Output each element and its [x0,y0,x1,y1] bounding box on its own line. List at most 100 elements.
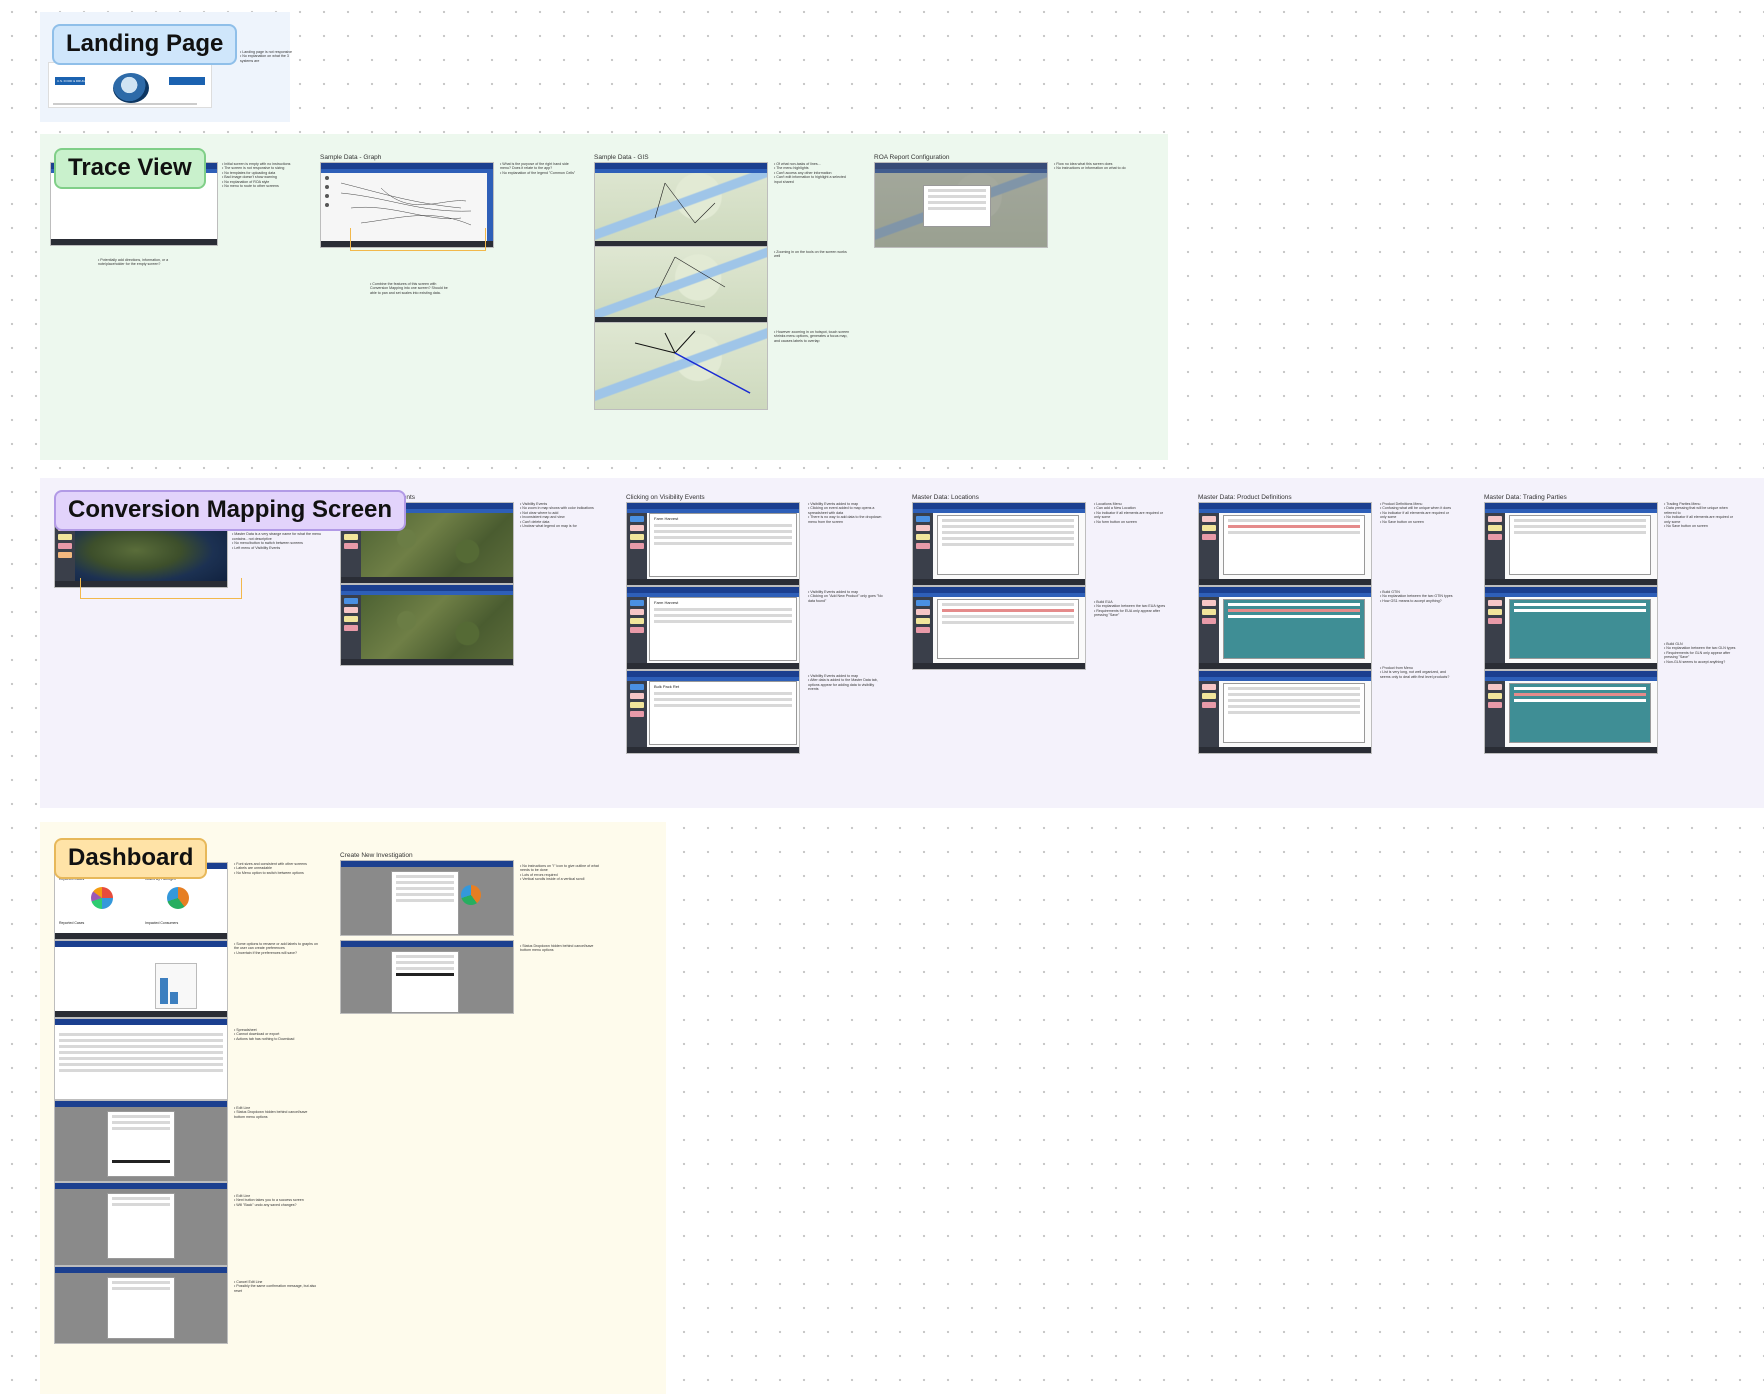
dashboard-section: Dashboard Reported Cases Cases By Pathog… [40,822,666,1394]
visibility-notes: Visibility Events No zoom in map shows w… [520,502,600,528]
dashboard-notes-2: Some options to rename or add labels to … [234,942,318,955]
dashboard-notes-3: Spreadsheet Cannot download or export Ac… [234,1028,318,1041]
dashboard-cancel-edit-screenshot[interactable] [54,1266,228,1344]
frame-label-gis: Sample Data - GIS [594,154,649,161]
app-tabbar [913,509,1085,513]
frame-label-trading: Master Data: Trading Parties [1484,494,1567,501]
cancel-dialog[interactable] [107,1277,175,1339]
gln-build-form[interactable] [1509,683,1651,743]
trading-screenshot-1[interactable] [1484,502,1658,586]
section-title-trace: Trace View [54,148,206,189]
note: Requirements for EUA only appear after p… [1094,609,1170,618]
satellite-map[interactable] [361,595,513,659]
products-screenshot-1[interactable] [1198,502,1372,586]
gis-routes [634,330,751,394]
left-menu[interactable] [1199,597,1219,663]
products-screenshot-2[interactable] [1198,586,1372,670]
section-title-dashboard: Dashboard [54,838,208,879]
trading-notes-2: Build GLN No explanation between the two… [1664,642,1740,664]
section-title-landing: Landing Page [52,24,238,65]
app-footer [1199,747,1371,753]
frame-label-clicking: Clicking on Visibility Events [626,494,705,501]
gtin-form[interactable] [1223,599,1365,659]
panel-title: Farm Harvest [654,600,679,605]
right-panel[interactable] [487,173,493,241]
gln-build-form[interactable] [1509,599,1651,659]
left-menu[interactable] [913,513,933,579]
landing-page-section: Landing Page U.S. FOOD & DRUG Landing pa… [40,12,292,122]
event-detail-panel[interactable]: Farm Harvest [649,513,797,577]
dashboard-edit-line-screenshot[interactable] [54,1100,228,1182]
locations-screenshot-2[interactable] [912,586,1086,670]
trace-gis-screenshot-2[interactable] [594,246,768,324]
event-detail-panel[interactable]: Farm Harvest [649,597,797,661]
left-menu[interactable] [1199,681,1219,747]
trace-gis-screenshot-1[interactable] [594,162,768,248]
panel-title: Farm Harvest [654,516,679,521]
left-menu[interactable] [1485,681,1505,747]
event-detail-panel[interactable]: Bulk Pack Ret [649,681,797,745]
note: How GS1 means to accept anything? [1380,599,1456,603]
note: List is very long, not well organized, a… [1380,670,1456,679]
app-header [55,1101,227,1107]
note: Status Dropdown hidden behind cancel/sav… [520,944,604,953]
products-screenshot-3[interactable] [1198,670,1372,754]
app-footer [1199,663,1371,669]
create-investigation-screenshot-1[interactable] [340,860,514,936]
pie-chart[interactable] [91,887,113,909]
trading-form[interactable] [1509,515,1651,575]
gln-form[interactable] [937,599,1079,659]
roa-config-dialog[interactable] [923,185,991,227]
note: Clicking on "Add New Product" only goes … [808,594,884,603]
create-investigation-screenshot-2[interactable] [340,940,514,1014]
app-header [341,861,513,867]
trace-gis-screenshot-3[interactable] [594,322,768,410]
left-menu[interactable] [627,513,647,579]
locations-screenshot-1[interactable] [912,502,1086,586]
trace-gis-bottom-notes: However zooming in on hotspot, touch scr… [774,330,850,343]
note: Uncertain if the preferences will save? [234,951,318,955]
location-form[interactable] [937,515,1079,575]
left-menu[interactable] [1485,597,1505,663]
dashboard-spreadsheet-screenshot[interactable] [54,1018,228,1100]
clicking-screenshot-2[interactable]: Farm Harvest [626,586,800,670]
dashboard-edit-success-screenshot[interactable] [54,1182,228,1266]
product-list[interactable] [1223,683,1365,743]
visibility-screenshot-2[interactable] [340,584,514,666]
chart-options-panel[interactable] [155,963,197,1009]
trace-initial-comment: Potentially add directions, information,… [98,258,178,267]
left-menu[interactable] [913,597,933,663]
landing-screenshot[interactable]: U.S. FOOD & DRUG [48,62,212,108]
note: Actions tab has nothing to Download [234,1037,318,1041]
app-tabbar [1199,509,1371,513]
new-investigation-dialog[interactable] [391,951,459,1013]
pie-chart[interactable] [167,887,189,909]
left-menu[interactable] [1485,513,1505,579]
app-footer [1485,663,1657,669]
edit-line-dialog[interactable] [107,1111,175,1177]
app-footer [627,579,799,585]
left-menu[interactable] [341,595,361,659]
left-menu[interactable] [627,597,647,663]
left-menu[interactable] [627,681,647,747]
fda-logo-text: U.S. FOOD & DRUG [57,79,85,83]
chart-title: Reported Cases [59,921,85,925]
trading-screenshot-2[interactable] [1484,586,1658,670]
app-header [55,1183,227,1189]
note: Some options to rename or add labels to … [234,942,318,951]
trace-graph-comment: Combine the features of this screen with… [370,282,450,295]
clicking-screenshot-1[interactable]: Farm Harvest [626,502,800,586]
fda-logo-right [169,77,205,85]
product-form[interactable] [1223,515,1365,575]
clicking-screenshot-3[interactable]: Bulk Pack Ret [626,670,800,754]
app-tabbar [913,593,1085,597]
trading-screenshot-3[interactable] [1484,670,1658,754]
note: Left menu of Visibility Events [232,546,324,550]
left-menu[interactable] [1199,513,1219,579]
dashboard-notes-6: Cancel Edit Line Possibly the same confi… [234,1280,318,1293]
dashboard-screenshot-2[interactable] [54,940,228,1018]
success-dialog[interactable] [107,1193,175,1259]
trace-roa-screenshot[interactable] [874,162,1048,248]
new-investigation-dialog[interactable] [391,871,459,935]
note: Combine the features of this screen with… [370,282,450,295]
